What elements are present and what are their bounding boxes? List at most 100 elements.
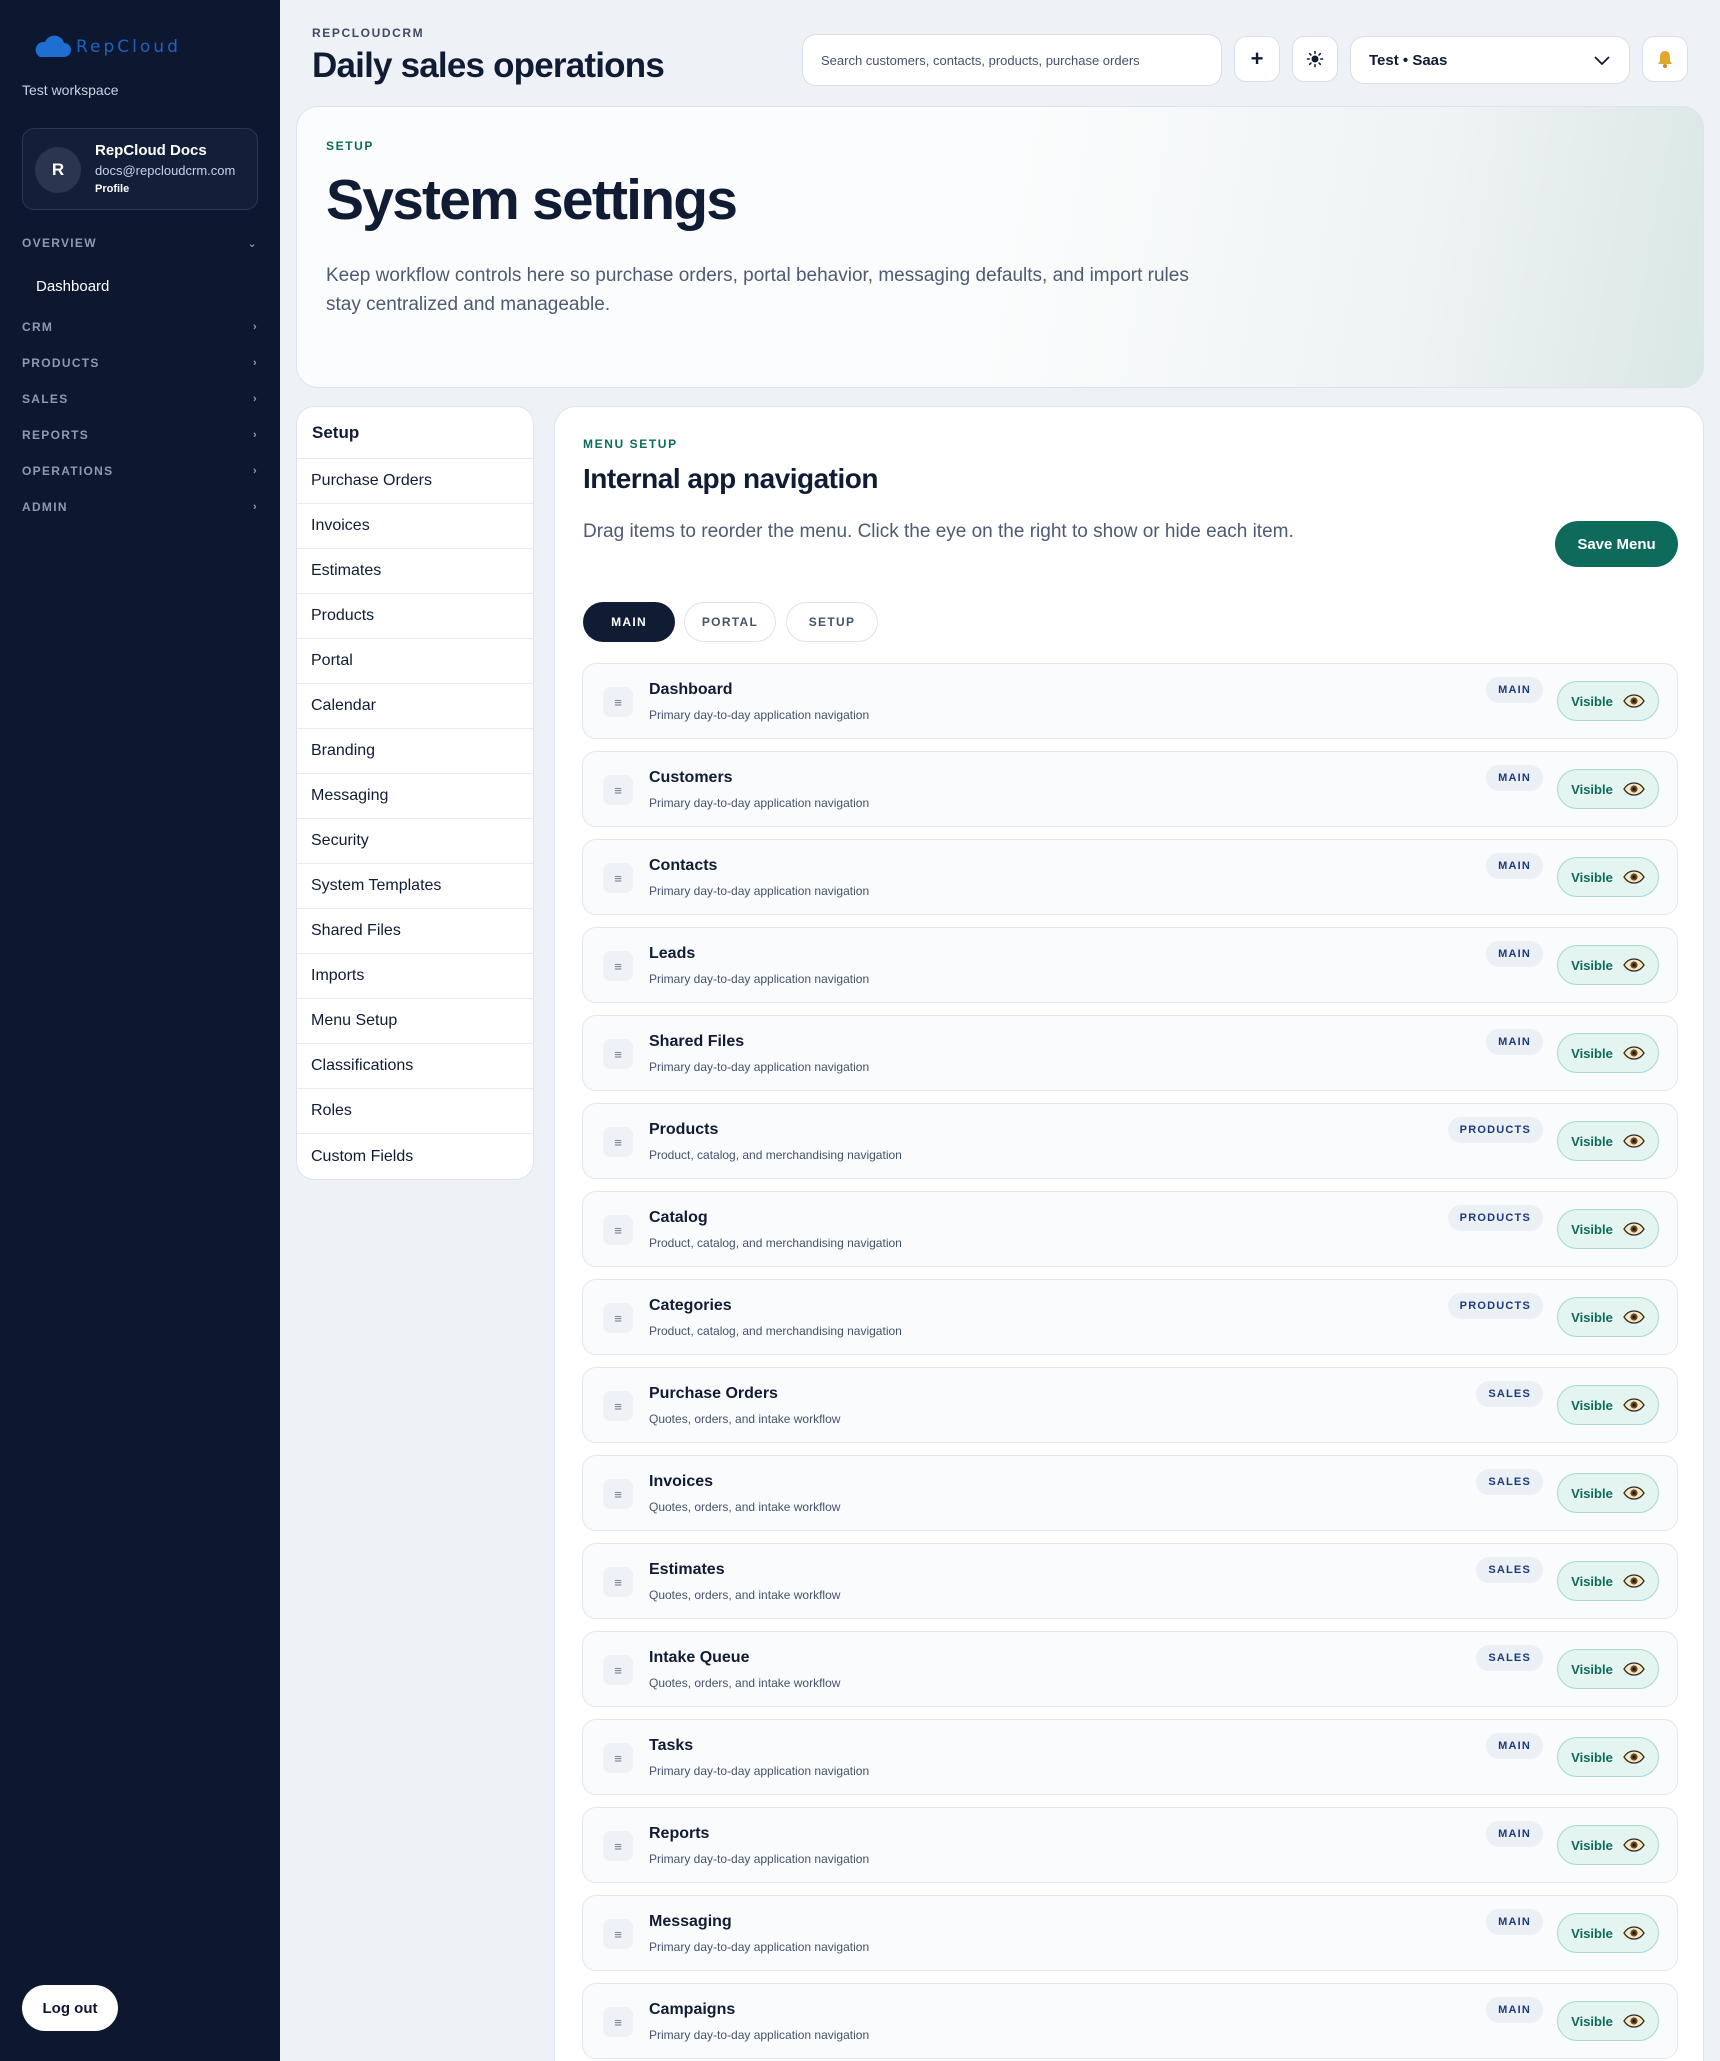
menu-group-badge: MAIN [1486,765,1543,791]
menu-item-row[interactable]: ≡ Customers Primary day-to-day applicati… [582,751,1678,827]
menu-item-label: Estimates [649,1561,725,1578]
menu-item-row[interactable]: ≡ Estimates Quotes, orders, and intake w… [582,1543,1678,1619]
setup-nav-item-calendar[interactable]: Calendar [297,684,533,729]
nav-section-reports[interactable]: REPORTS › [22,428,258,442]
menu-group-badge: MAIN [1486,677,1543,703]
visibility-toggle-button[interactable]: Visible [1557,1913,1659,1953]
logo-text: RepCloud [76,37,181,57]
visibility-toggle-button[interactable]: Visible [1557,1473,1659,1513]
visibility-toggle-button[interactable]: Visible [1557,1209,1659,1249]
visibility-toggle-button[interactable]: Visible [1557,1649,1659,1689]
notifications-button[interactable] [1642,36,1688,82]
menu-item-row[interactable]: ≡ Contacts Primary day-to-day applicatio… [582,839,1678,915]
visibility-toggle-button[interactable]: Visible [1557,2001,1659,2041]
setup-nav-item-classifications[interactable]: Classifications [297,1044,533,1089]
tab-setup[interactable]: SETUP [786,602,878,642]
visibility-toggle-button[interactable]: Visible [1557,681,1659,721]
setup-nav-item-security[interactable]: Security [297,819,533,864]
drag-handle-icon[interactable]: ≡ [603,1743,633,1773]
drag-handle-icon[interactable]: ≡ [603,1479,633,1509]
setup-nav-item-shared-files[interactable]: Shared Files [297,909,533,954]
chevron-right-icon: › [253,501,258,513]
setup-nav-item-branding[interactable]: Branding [297,729,533,774]
nav-section-sales[interactable]: SALES › [22,392,258,406]
eye-icon [1623,1574,1645,1588]
setup-nav-item-products[interactable]: Products [297,594,533,639]
setup-nav-item-imports[interactable]: Imports [297,954,533,999]
drag-handle-icon[interactable]: ≡ [603,1919,633,1949]
menu-item-row[interactable]: ≡ Dashboard Primary day-to-day applicati… [582,663,1678,739]
drag-handle-icon[interactable]: ≡ [603,1831,633,1861]
tab-portal[interactable]: PORTAL [684,602,776,642]
tab-main[interactable]: MAIN [583,602,675,642]
drag-handle-icon[interactable]: ≡ [603,2007,633,2037]
setup-nav-item-roles[interactable]: Roles [297,1089,533,1134]
menu-item-label: Categories [649,1297,732,1314]
profile-link[interactable]: Profile [95,183,129,195]
visibility-toggle-button[interactable]: Visible [1557,1297,1659,1337]
add-button[interactable]: + [1234,36,1280,82]
visibility-toggle-button[interactable]: Visible [1557,857,1659,897]
menu-item-row[interactable]: ≡ Categories Product, catalog, and merch… [582,1279,1678,1355]
visibility-toggle-button[interactable]: Visible [1557,1121,1659,1161]
menu-item-row[interactable]: ≡ Reports Primary day-to-day application… [582,1807,1678,1883]
drag-handle-icon[interactable]: ≡ [603,1655,633,1685]
profile-card[interactable]: R RepCloud Docs docs@repcloudcrm.com Pro… [22,128,258,210]
drag-handle-icon[interactable]: ≡ [603,1567,633,1597]
search-input[interactable]: Search customers, contacts, products, pu… [802,34,1222,86]
nav-section-label: OVERVIEW [22,236,97,250]
setup-nav-item-invoices[interactable]: Invoices [297,504,533,549]
nav-section-products[interactable]: PRODUCTS › [22,356,258,370]
menu-item-row[interactable]: ≡ Purchase Orders Quotes, orders, and in… [582,1367,1678,1443]
visibility-toggle-button[interactable]: Visible [1557,1385,1659,1425]
workspace-select[interactable]: Test • Saas [1350,36,1630,84]
visibility-toggle-button[interactable]: Visible [1557,1737,1659,1777]
drag-handle-icon[interactable]: ≡ [603,775,633,805]
setup-nav-item-custom-fields[interactable]: Custom Fields [297,1134,533,1179]
drag-handle-icon[interactable]: ≡ [603,863,633,893]
brand-label: REPCLOUDCRM [312,26,425,40]
visibility-toggle-button[interactable]: Visible [1557,1033,1659,1073]
setup-nav-item-portal[interactable]: Portal [297,639,533,684]
drag-handle-icon[interactable]: ≡ [603,1127,633,1157]
menu-item-label: Leads [649,945,696,962]
menu-item-row[interactable]: ≡ Products Product, catalog, and merchan… [582,1103,1678,1179]
visibility-toggle-button[interactable]: Visible [1557,1825,1659,1865]
visibility-toggle-button[interactable]: Visible [1557,1561,1659,1601]
logo[interactable]: RepCloud [30,35,181,59]
drag-handle-icon[interactable]: ≡ [603,687,633,717]
sidebar-item-dashboard[interactable]: Dashboard [22,268,258,304]
nav-section-operations[interactable]: OPERATIONS › [22,464,258,478]
nav-section-admin[interactable]: ADMIN › [22,500,258,514]
setup-nav-item-messaging[interactable]: Messaging [297,774,533,819]
menu-item-label: Purchase Orders [649,1385,778,1402]
drag-handle-icon[interactable]: ≡ [603,951,633,981]
visibility-toggle-button[interactable]: Visible [1557,769,1659,809]
hero-card: SETUP System settings Keep workflow cont… [296,106,1704,388]
drag-handle-icon[interactable]: ≡ [603,1039,633,1069]
nav-section-crm[interactable]: CRM › [22,320,258,334]
setup-nav-item-menu-setup[interactable]: Menu Setup [297,999,533,1044]
drag-handle-icon[interactable]: ≡ [603,1303,633,1333]
visible-label: Visible [1571,781,1613,797]
menu-item-row[interactable]: ≡ Campaigns Primary day-to-day applicati… [582,1983,1678,2059]
drag-handle-icon[interactable]: ≡ [603,1215,633,1245]
setup-nav-item-purchase-orders[interactable]: Purchase Orders [297,459,533,504]
visibility-toggle-button[interactable]: Visible [1557,945,1659,985]
theme-toggle-button[interactable] [1292,36,1338,82]
setup-nav-item-estimates[interactable]: Estimates [297,549,533,594]
menu-item-row[interactable]: ≡ Shared Files Primary day-to-day applic… [582,1015,1678,1091]
save-menu-button[interactable]: Save Menu [1555,521,1678,567]
menu-item-row[interactable]: ≡ Tasks Primary day-to-day application n… [582,1719,1678,1795]
logout-button[interactable]: Log out [22,1985,118,2031]
hero-eyebrow: SETUP [326,139,375,153]
menu-item-row[interactable]: ≡ Messaging Primary day-to-day applicati… [582,1895,1678,1971]
menu-item-label: Campaigns [649,2001,736,2018]
menu-item-row[interactable]: ≡ Catalog Product, catalog, and merchand… [582,1191,1678,1267]
menu-item-row[interactable]: ≡ Intake Queue Quotes, orders, and intak… [582,1631,1678,1707]
menu-item-row[interactable]: ≡ Leads Primary day-to-day application n… [582,927,1678,1003]
nav-section-overview[interactable]: OVERVIEW ⌄ [22,236,258,250]
drag-handle-icon[interactable]: ≡ [603,1391,633,1421]
menu-item-row[interactable]: ≡ Invoices Quotes, orders, and intake wo… [582,1455,1678,1531]
setup-nav-item-system-templates[interactable]: System Templates [297,864,533,909]
